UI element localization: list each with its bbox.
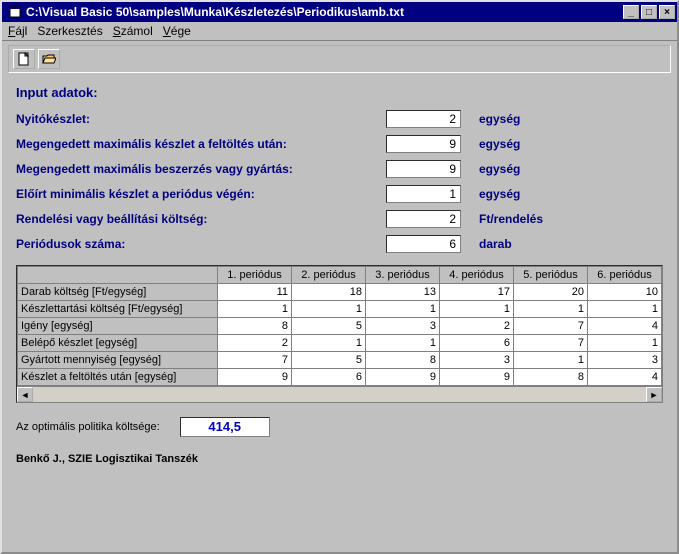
footer-text: Benkő J., SZIE Logisztikai Tanszék [16,453,663,465]
table-row: Belépő készlet [egység]211671 [18,335,662,352]
menu-calc[interactable]: Számol [113,24,153,38]
input-max-prod[interactable] [386,160,461,178]
row-header: Készlet a feltöltés után [egység] [18,369,218,386]
cell[interactable]: 7 [514,318,588,335]
unit-min-stock: egység [479,187,520,201]
unit-periods: darab [479,237,512,251]
cell[interactable]: 1 [292,301,366,318]
cell[interactable]: 7 [514,335,588,352]
col-header: 2. periódus [292,267,366,284]
menu-file[interactable]: Fájldocument.currentScript.previousEleme… [8,24,27,38]
label-max-prod: Megengedett maximális beszerzés vagy gyá… [16,162,386,176]
data-grid[interactable]: 1. periódus2. periódus3. periódus4. peri… [16,265,663,403]
cell[interactable]: 5 [292,318,366,335]
toolbar [8,45,671,73]
table-row: Készlet a feltöltés után [egység]969984 [18,369,662,386]
cell[interactable]: 10 [588,284,662,301]
col-header: 1. periódus [218,267,292,284]
cell[interactable]: 1 [292,335,366,352]
scroll-left-button[interactable]: ◄ [17,387,33,402]
cell[interactable]: 9 [366,369,440,386]
cell[interactable]: 13 [366,284,440,301]
cell[interactable]: 7 [218,352,292,369]
titlebar: C:\Visual Basic 50\samples\Munka\Készlet… [2,2,677,22]
cell[interactable]: 20 [514,284,588,301]
cell[interactable]: 2 [440,318,514,335]
result-value: 414,5 [180,417,270,437]
row-header: Darab költség [Ft/egység] [18,284,218,301]
col-header: 3. periódus [366,267,440,284]
cell[interactable]: 11 [218,284,292,301]
scroll-track[interactable] [33,387,646,402]
cell[interactable]: 6 [440,335,514,352]
cell[interactable]: 3 [366,318,440,335]
label-max-stock: Megengedett maximális készlet a feltölté… [16,137,386,151]
cell[interactable]: 8 [218,318,292,335]
horizontal-scrollbar[interactable]: ◄ ► [17,386,662,402]
cell[interactable]: 1 [514,352,588,369]
minimize-button[interactable]: _ [623,5,639,19]
menubar: Fájldocument.currentScript.previousEleme… [2,22,677,41]
scroll-right-button[interactable]: ► [646,387,662,402]
input-opening-stock[interactable] [386,110,461,128]
cell[interactable]: 1 [514,301,588,318]
table-row: Darab költség [Ft/egység]111813172010 [18,284,662,301]
app-window: C:\Visual Basic 50\samples\Munka\Készlet… [0,0,679,554]
cell[interactable]: 6 [292,369,366,386]
cell[interactable]: 17 [440,284,514,301]
cell[interactable]: 1 [218,301,292,318]
label-order-cost: Rendelési vagy beállítási költség: [16,212,386,226]
open-button[interactable] [38,49,60,69]
unit-order-cost: Ft/rendelés [479,212,543,226]
section-title: Input adatok: [16,85,663,100]
input-max-stock[interactable] [386,135,461,153]
cell[interactable]: 4 [588,318,662,335]
table-row: Gyártott mennyiség [egység]758313 [18,352,662,369]
new-button[interactable] [13,49,35,69]
cell[interactable]: 4 [588,369,662,386]
cell[interactable]: 8 [366,352,440,369]
cell[interactable]: 3 [440,352,514,369]
cell[interactable]: 1 [366,335,440,352]
menu-edit[interactable]: Szerkesztés [37,24,102,38]
cell[interactable]: 18 [292,284,366,301]
table-row: Igény [egység]853274 [18,318,662,335]
table-row: Készlettartási költség [Ft/egység]111111 [18,301,662,318]
cell[interactable]: 1 [366,301,440,318]
col-header: 5. periódus [514,267,588,284]
cell[interactable]: 1 [440,301,514,318]
col-header: 4. periódus [440,267,514,284]
input-periods[interactable] [386,235,461,253]
window-title: C:\Visual Basic 50\samples\Munka\Készlet… [26,5,623,19]
row-header: Gyártott mennyiség [egység] [18,352,218,369]
app-icon [8,5,22,19]
cell[interactable]: 3 [588,352,662,369]
row-header: Igény [egység] [18,318,218,335]
label-opening-stock: Nyitókészlet: [16,112,386,126]
menu-end[interactable]: Vége [163,24,191,38]
cell[interactable]: 5 [292,352,366,369]
row-header: Készlettartási költség [Ft/egység] [18,301,218,318]
content-area: Input adatok: Nyitókészlet: egység Megen… [2,73,677,552]
cell[interactable]: 1 [588,335,662,352]
unit-opening-stock: egység [479,112,520,126]
cell[interactable]: 1 [588,301,662,318]
label-periods: Periódusok száma: [16,237,386,251]
input-min-stock[interactable] [386,185,461,203]
col-header: 6. periódus [588,267,662,284]
row-header: Belépő készlet [egység] [18,335,218,352]
cell[interactable]: 9 [440,369,514,386]
unit-max-stock: egység [479,137,520,151]
result-label: Az optimális politika költsége: [16,421,160,433]
close-button[interactable]: × [659,5,675,19]
maximize-button[interactable]: □ [641,5,657,19]
unit-max-prod: egység [479,162,520,176]
input-order-cost[interactable] [386,210,461,228]
cell[interactable]: 2 [218,335,292,352]
cell[interactable]: 9 [218,369,292,386]
cell[interactable]: 8 [514,369,588,386]
label-min-stock: Előírt minimális készlet a periódus végé… [16,187,386,201]
